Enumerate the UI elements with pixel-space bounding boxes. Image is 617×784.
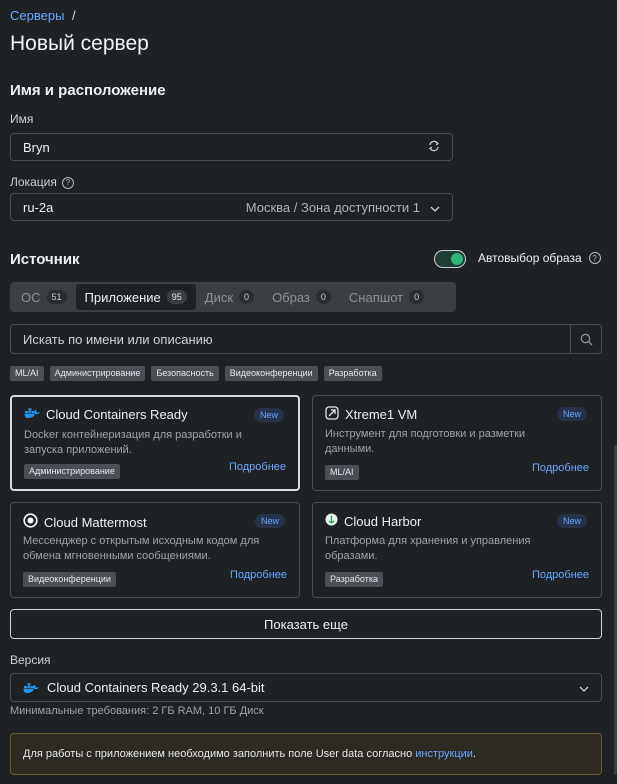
app-card-cloud-harbor[interactable]: Cloud Harbor New Платформа для хранения … bbox=[312, 502, 602, 598]
search-input[interactable]: Искать по имени или описанию bbox=[11, 332, 570, 347]
card-tag: Разработка bbox=[325, 572, 383, 587]
regenerate-name-icon[interactable] bbox=[428, 140, 440, 155]
section-heading-name-location: Имя и расположение bbox=[10, 82, 166, 99]
card-description: Мессенджер с открытым исходным кодом для… bbox=[23, 535, 260, 562]
card-title: Cloud Containers Ready bbox=[46, 407, 188, 422]
docker-icon bbox=[24, 407, 40, 422]
tab-os[interactable]: ОС 51 bbox=[12, 284, 76, 310]
tab-label: ОС bbox=[21, 289, 41, 305]
breadcrumb-separator: / bbox=[72, 8, 76, 23]
server-name-value: Bryn bbox=[23, 139, 50, 155]
card-details-link[interactable]: Подробнее bbox=[532, 462, 589, 474]
search-icon bbox=[580, 333, 592, 345]
auto-select-label: Автовыбор образа bbox=[478, 251, 582, 265]
tab-label: Приложение bbox=[84, 289, 161, 305]
app-card-cloud-mattermost[interactable]: Cloud Mattermost New Мессенджер с открыт… bbox=[10, 502, 300, 598]
tab-snapshot[interactable]: Снапшот 0 bbox=[340, 284, 433, 310]
show-more-button[interactable]: Показать еще bbox=[10, 609, 602, 639]
version-select[interactable]: Cloud Containers Ready 29.3.1 64-bit bbox=[10, 673, 602, 702]
app-card-xtreme1-vm[interactable]: Xtreme1 VM New Инструмент для подготовки… bbox=[312, 395, 602, 491]
location-label: Локация bbox=[10, 175, 57, 189]
app-card-cloud-containers-ready[interactable]: Cloud Containers Ready New Docker контей… bbox=[10, 395, 300, 491]
new-badge: New bbox=[556, 514, 587, 528]
instructions-link[interactable]: инструкции bbox=[415, 748, 473, 760]
location-label-row: Локация? bbox=[10, 175, 74, 189]
chip-ml-ai[interactable]: ML/AI bbox=[10, 366, 44, 381]
tab-label: Образ bbox=[272, 289, 310, 305]
harbor-icon bbox=[325, 513, 338, 529]
docker-icon bbox=[23, 682, 39, 694]
search-button[interactable] bbox=[570, 325, 601, 353]
tab-label: Снапшот bbox=[348, 289, 404, 305]
card-details-link[interactable]: Подробнее bbox=[532, 569, 589, 581]
page-title: Новый сервер bbox=[10, 32, 149, 55]
card-description: Инструмент для подготовки и разметки дан… bbox=[325, 428, 526, 455]
card-details-link[interactable]: Подробнее bbox=[229, 461, 286, 473]
tab-count: 0 bbox=[315, 290, 331, 304]
breadcrumb-servers-link[interactable]: Серверы bbox=[10, 8, 64, 23]
user-data-notice: Для работы с приложением необходимо запо… bbox=[10, 733, 602, 775]
card-tag: Видеоконференции bbox=[23, 572, 116, 587]
tab-label: Диск bbox=[204, 289, 234, 305]
chip-security[interactable]: Безопасность bbox=[151, 366, 219, 381]
notice-text: Для работы с приложением необходимо запо… bbox=[23, 748, 416, 760]
help-icon[interactable]: ? bbox=[61, 176, 74, 189]
card-title: Cloud Harbor bbox=[344, 513, 422, 529]
tab-image[interactable]: Образ 0 bbox=[263, 284, 340, 310]
chevron-down-icon bbox=[579, 680, 589, 695]
version-value: Cloud Containers Ready 29.3.1 64-bit bbox=[47, 680, 265, 695]
card-tag: Администрирование bbox=[24, 464, 120, 479]
toggle-knob bbox=[451, 253, 463, 265]
mattermost-icon bbox=[23, 513, 38, 531]
tab-count: 51 bbox=[46, 290, 67, 304]
tab-count: 0 bbox=[239, 290, 255, 304]
new-badge: New bbox=[254, 514, 285, 528]
server-name-field[interactable]: Bryn bbox=[10, 133, 453, 161]
chip-videoconference[interactable]: Видеоконференции bbox=[224, 366, 318, 381]
category-chips: ML/AI Администрирование Безопасность Вид… bbox=[10, 366, 382, 381]
card-description: Платформа для хранения и управления обра… bbox=[325, 535, 531, 562]
location-select[interactable]: ru-2a Москва / Зона доступности 1 bbox=[10, 193, 453, 221]
card-description: Docker контейнеризация для разработки и … bbox=[24, 429, 242, 456]
name-label: Имя bbox=[10, 112, 34, 126]
card-details-link[interactable]: Подробнее bbox=[230, 569, 287, 581]
breadcrumb: Серверы / bbox=[10, 8, 76, 23]
card-tag: ML/AI bbox=[325, 465, 359, 480]
tab-count: 95 bbox=[166, 290, 187, 304]
tab-count: 0 bbox=[409, 290, 425, 304]
chip-development[interactable]: Разработка bbox=[323, 366, 382, 381]
notice-suffix: . bbox=[472, 748, 476, 760]
tab-disk[interactable]: Диск 0 bbox=[196, 284, 263, 310]
new-badge: New bbox=[556, 407, 587, 421]
location-value: ru-2a bbox=[23, 199, 54, 215]
auto-select-label-row: Автовыбор образа? bbox=[478, 251, 601, 265]
card-title: Xtreme1 VM bbox=[345, 407, 418, 422]
xtreme-icon bbox=[325, 406, 339, 423]
minimum-requirements: Минимальные требования: 2 ГБ RAM, 10 ГБ … bbox=[10, 705, 264, 717]
auto-select-toggle[interactable] bbox=[434, 250, 466, 268]
section-heading-source: Источник bbox=[10, 251, 80, 268]
source-tabs: ОС 51 Приложение 95 Диск 0 Образ 0 Снапшот 0 bbox=[10, 282, 456, 312]
location-detail: Москва / Зона доступности 1 bbox=[245, 199, 420, 215]
tab-application[interactable]: Приложение 95 bbox=[75, 284, 196, 310]
chip-administration[interactable]: Администрирование bbox=[49, 366, 146, 381]
version-label: Версия bbox=[10, 653, 51, 667]
search-field[interactable]: Искать по имени или описанию bbox=[10, 324, 602, 354]
new-badge: New bbox=[253, 408, 284, 422]
help-icon[interactable]: ? bbox=[588, 252, 601, 264]
card-title: Cloud Mattermost bbox=[44, 514, 147, 530]
chevron-down-icon bbox=[430, 200, 440, 215]
